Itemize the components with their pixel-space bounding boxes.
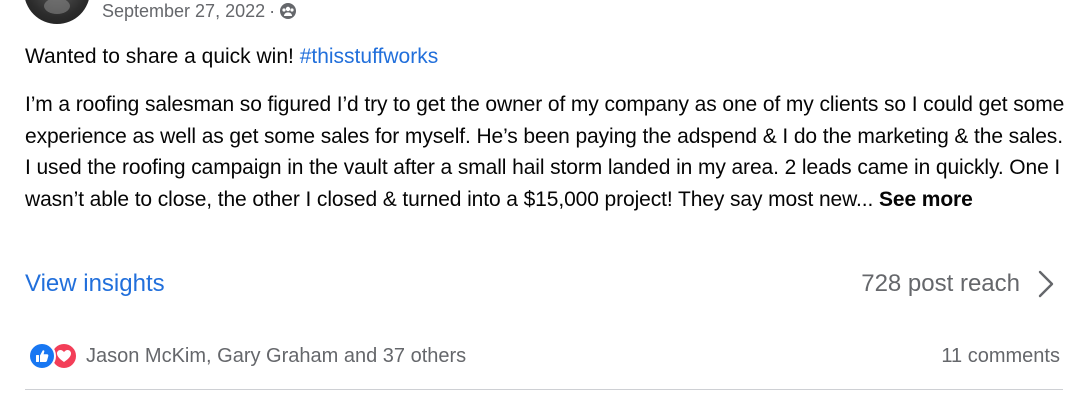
post-card: September 27, 2022 · Wanted to share a q… bbox=[0, 0, 1088, 408]
post-body: I’m a roofing salesman so figured I’d tr… bbox=[25, 89, 1070, 215]
reactions-summary[interactable]: Jason McKim, Gary Graham and 37 others bbox=[28, 342, 466, 370]
post-date[interactable]: September 27, 2022 bbox=[102, 1, 265, 22]
see-more-link[interactable]: See more bbox=[879, 188, 973, 211]
reaction-names: Jason McKim, Gary Graham and 37 others bbox=[86, 344, 467, 367]
hashtag-link[interactable]: #thisstuffworks bbox=[300, 45, 439, 68]
chevron-right-icon bbox=[1038, 270, 1054, 298]
headline-text: Wanted to share a quick win! bbox=[25, 45, 300, 68]
comments-count[interactable]: 11 comments bbox=[941, 345, 1060, 368]
divider bbox=[25, 389, 1063, 390]
group-icon[interactable] bbox=[279, 2, 297, 20]
avatar[interactable] bbox=[24, 0, 90, 24]
reactions-row: Jason McKim, Gary Graham and 37 others 1… bbox=[28, 338, 1060, 374]
post-header: September 27, 2022 · bbox=[24, 0, 297, 24]
post-meta: September 27, 2022 · bbox=[102, 1, 297, 22]
like-icon bbox=[28, 342, 56, 370]
post-headline: Wanted to share a quick win! #thisstuffw… bbox=[25, 43, 438, 71]
post-reach-text: 728 post reach bbox=[861, 270, 1020, 297]
meta-separator: · bbox=[269, 0, 276, 21]
post-reach[interactable]: 728 post reach bbox=[861, 268, 1056, 300]
insights-row: View insights 728 post reach bbox=[25, 266, 1056, 302]
view-insights-link[interactable]: View insights bbox=[25, 270, 165, 298]
reaction-icons bbox=[28, 342, 78, 370]
